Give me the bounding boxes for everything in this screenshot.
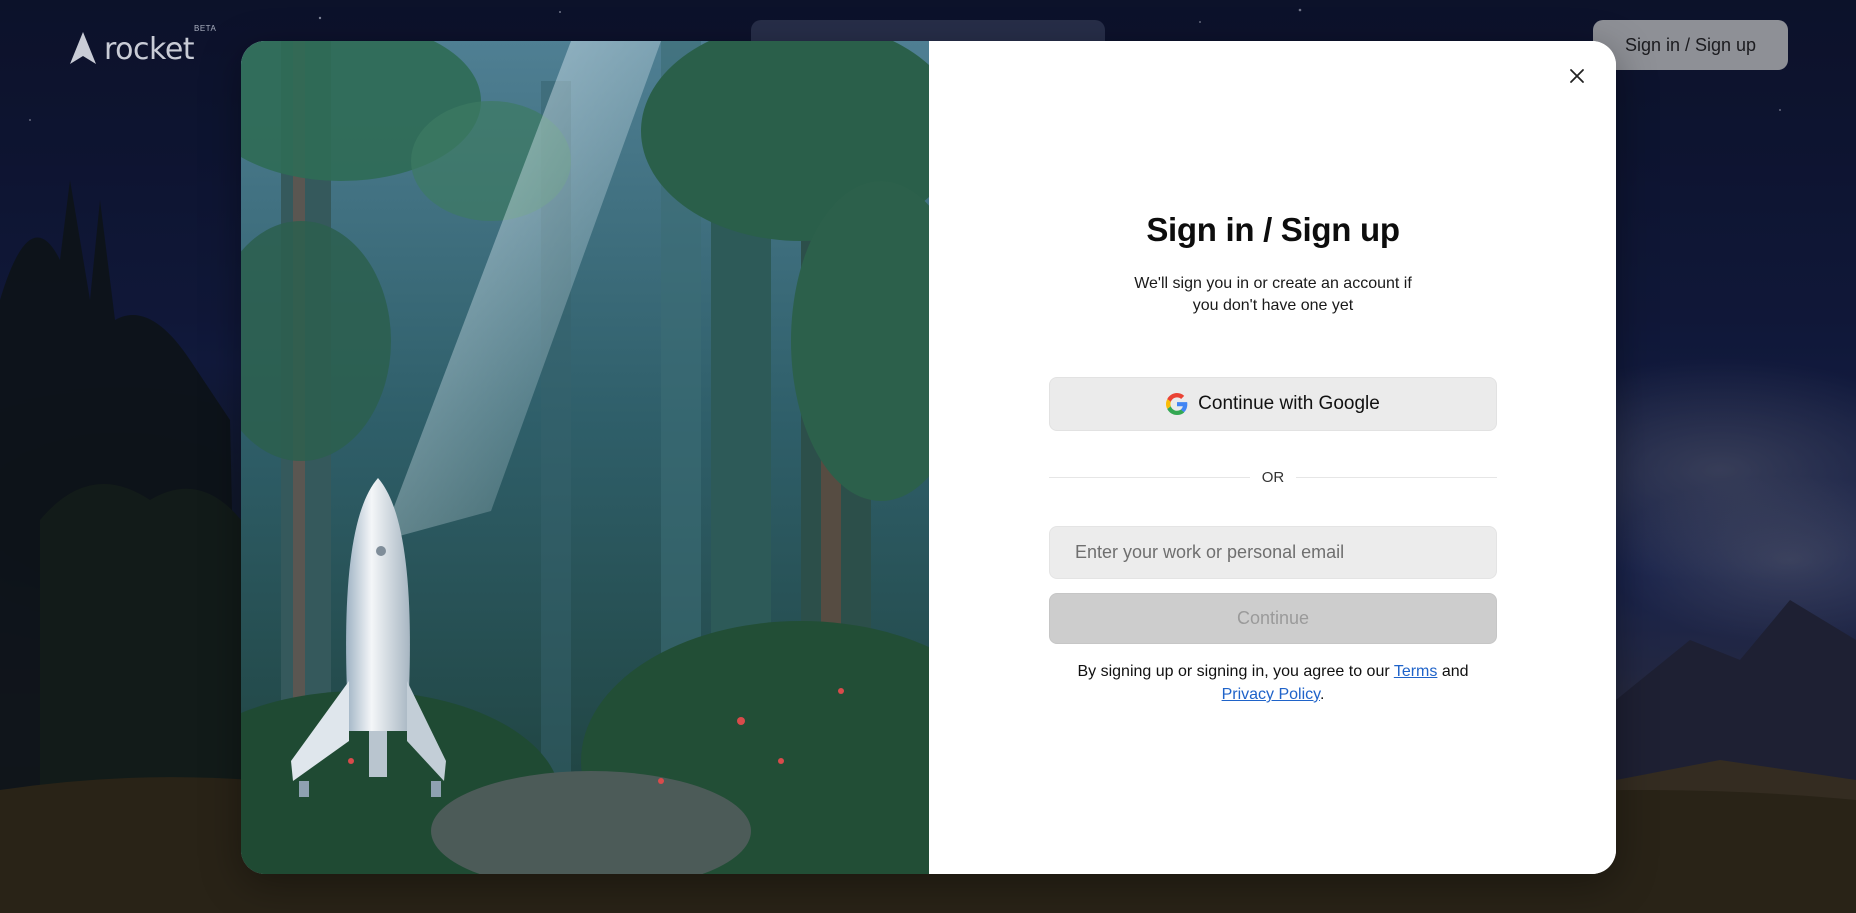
google-button-label: Continue with Google <box>1198 393 1380 414</box>
google-icon <box>1166 393 1188 415</box>
signin-panel: Sign in / Sign up We'll sign you in or c… <box>929 41 1616 874</box>
close-button[interactable] <box>1562 61 1592 91</box>
google-signin-button[interactable]: Continue with Google <box>1049 377 1497 431</box>
legal-prefix: By signing up or signing in, you agree t… <box>1077 663 1394 680</box>
legal-middle: and <box>1437 663 1469 680</box>
rocket-logo-icon <box>70 32 96 64</box>
divider-line-left <box>1049 477 1250 478</box>
modal-subtitle: We'll sign you in or create an account i… <box>1134 275 1412 314</box>
terms-link[interactable]: Terms <box>1394 663 1438 680</box>
divider-line-right <box>1296 477 1497 478</box>
signin-form: Sign in / Sign up We'll sign you in or c… <box>1049 211 1497 706</box>
legal-notice: By signing up or signing in, you agree t… <box>1063 660 1483 706</box>
continue-button[interactable]: Continue <box>1049 593 1497 644</box>
close-icon <box>1570 69 1584 83</box>
privacy-policy-link[interactable]: Privacy Policy <box>1222 686 1320 703</box>
modal-illustration <box>241 41 929 874</box>
beta-badge: BETA <box>194 24 217 33</box>
legal-suffix: . <box>1319 686 1325 703</box>
email-field[interactable] <box>1049 526 1497 579</box>
divider-text: OR <box>1261 469 1285 486</box>
or-divider: OR <box>1049 469 1497 486</box>
rocket-logo[interactable]: rocket BETA <box>66 24 216 67</box>
logo-text: rocket <box>104 32 195 67</box>
signin-modal: Sign in / Sign up We'll sign you in or c… <box>241 41 1616 874</box>
modal-title: Sign in / Sign up <box>1146 211 1400 248</box>
nav-signin-button[interactable]: Sign in / Sign up <box>1593 20 1788 70</box>
